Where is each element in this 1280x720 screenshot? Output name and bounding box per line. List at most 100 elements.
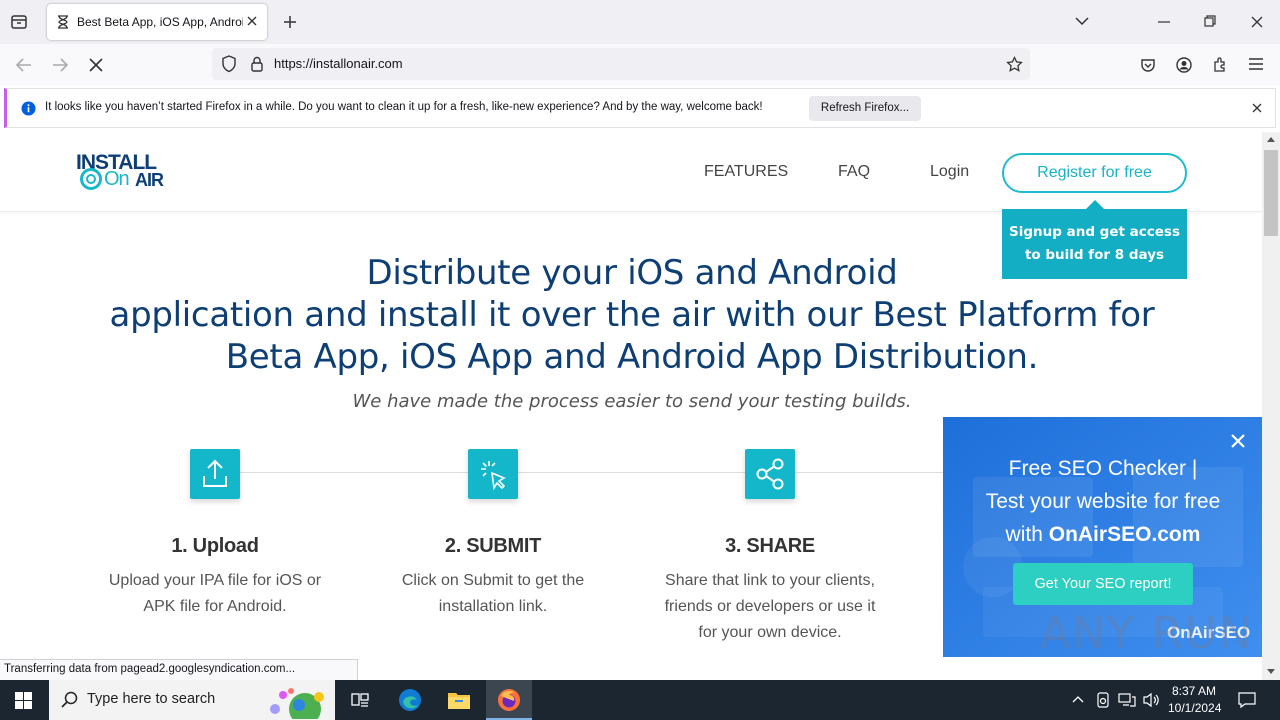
nav-faq[interactable]: FAQ [838, 163, 870, 181]
notifications-icon[interactable] [1238, 691, 1256, 709]
tab-list-icon[interactable] [10, 13, 28, 31]
forward-icon[interactable] [51, 57, 69, 73]
show-hidden-icons-icon[interactable] [1072, 695, 1084, 703]
lock-icon[interactable] [250, 56, 264, 72]
step-connector [518, 472, 745, 473]
notification-text: It looks like you haven’t started Firefo… [45, 101, 763, 113]
step-desc-line: APK file for Android. [143, 598, 287, 615]
clock-time: 8:37 AM [1171, 684, 1217, 698]
new-tab-icon[interactable] [282, 14, 298, 30]
step-description: Upload your IPA file for iOS or APK file… [85, 568, 345, 620]
taskbar-clock[interactable]: 8:37 AM 10/1/2024 [1168, 683, 1222, 717]
clock-date: 10/1/2024 [1168, 701, 1222, 715]
scroll-down-icon[interactable] [1267, 669, 1275, 675]
refresh-firefox-button[interactable]: Refresh Firefox... [809, 96, 921, 121]
step-title: 3. SHARE [725, 535, 815, 557]
ad-headline: Free SEO Checker | Test your website for… [943, 452, 1262, 551]
step-description: Click on Submit to get the installation … [363, 568, 623, 620]
firefox-taskbar-button[interactable] [486, 680, 532, 720]
taskbar-search-box[interactable]: Type here to search [49, 680, 335, 720]
windows-start-icon[interactable] [15, 692, 32, 709]
page-scrollbar[interactable] [1262, 132, 1280, 680]
nav-features[interactable]: FEATURES [704, 163, 788, 181]
ad-line-3-brand: OnAirSEO.com [1048, 523, 1201, 546]
upload-icon [203, 459, 227, 487]
hourglass-icon [57, 15, 69, 29]
step-connector [795, 472, 945, 473]
ad-line-3-prefix: with [1005, 523, 1049, 546]
logo-text-air: AIR [135, 170, 164, 190]
ad-line-1: Free SEO Checker | [1008, 457, 1198, 480]
ad-line-3: with OnAirSEO.com [943, 518, 1262, 551]
shield-icon[interactable] [221, 55, 237, 73]
network-icon[interactable] [1118, 693, 1136, 707]
logo-disc-inner-icon [86, 174, 96, 184]
hero-subtitle: We have made the process easier to send … [352, 391, 912, 412]
step-title: 1. Upload [171, 535, 259, 557]
hero-title: Distribute your iOS and Android applicat… [60, 252, 1204, 378]
tooltip-line-1: Signup and get access [1009, 224, 1180, 240]
step-desc-line: installation link. [438, 598, 548, 615]
edge-icon[interactable] [398, 688, 422, 712]
step-description: Share that link to your clients, friends… [640, 568, 900, 646]
navigation-bar: https://installonair.com [0, 44, 1280, 86]
web-page: INSTALL On AIR FEATURES FAQ Login Regist… [0, 132, 1262, 680]
step-desc-line: Click on Submit to get the [401, 572, 585, 589]
hero-line-1: Distribute your iOS and Android [366, 253, 898, 293]
bookmark-star-icon[interactable] [1006, 56, 1023, 73]
restore-icon[interactable] [1204, 15, 1216, 27]
search-placeholder: Type here to search [87, 691, 216, 707]
share-icon [756, 458, 784, 490]
device-icon[interactable] [1096, 692, 1110, 708]
close-ad-icon[interactable] [1228, 431, 1248, 451]
firefox-icon [497, 688, 521, 712]
menu-icon[interactable] [1249, 58, 1263, 70]
search-highlight-icon [261, 683, 333, 719]
submit-step-icon [468, 449, 518, 499]
pocket-icon[interactable] [1140, 57, 1156, 73]
scroll-up-icon[interactable] [1267, 136, 1275, 142]
upload-step-icon [190, 449, 240, 499]
file-explorer-icon[interactable] [447, 689, 471, 711]
step-desc-line: Upload your IPA file for iOS or [108, 572, 322, 589]
scroll-thumb[interactable] [1264, 150, 1278, 236]
anyrun-watermark: ANY RUN [1040, 608, 1254, 659]
url-text[interactable]: https://installonair.com [274, 56, 403, 71]
extensions-icon[interactable] [1212, 56, 1229, 73]
firefox-notification-bar: It looks like you haven’t started Firefo… [4, 88, 1276, 128]
register-button[interactable]: Register for free [1002, 153, 1187, 193]
volume-icon[interactable] [1142, 692, 1160, 708]
click-cursor-icon [481, 461, 506, 491]
step-desc-line: for your own device. [698, 624, 842, 641]
minimize-icon[interactable] [1158, 21, 1170, 23]
task-view-icon[interactable] [351, 692, 369, 708]
tab-title: Best Beta App, iOS App, Android [77, 15, 243, 29]
close-notification-icon[interactable] [1252, 103, 1262, 113]
tab-bar: Best Beta App, iOS App, Android [0, 0, 1280, 44]
back-icon[interactable] [15, 57, 33, 73]
step-connector [240, 472, 468, 473]
account-icon[interactable] [1176, 57, 1192, 73]
url-bar[interactable]: https://installonair.com [212, 48, 1030, 80]
search-icon [61, 691, 79, 709]
site-header: INSTALL On AIR FEATURES FAQ Login Regist… [0, 132, 1262, 212]
info-icon [21, 101, 36, 116]
get-seo-report-button[interactable]: Get Your SEO report! [1013, 563, 1193, 605]
installonair-logo[interactable]: INSTALL On AIR [76, 151, 176, 195]
step-desc-line: friends or developers or use it [664, 598, 876, 615]
step-title: 2. SUBMIT [444, 535, 542, 557]
chevron-down-icon[interactable] [1074, 15, 1090, 27]
hero-line-2: application and install it over the air … [109, 295, 1155, 335]
status-bar: Transferring data from pagead2.googlesyn… [0, 659, 358, 680]
close-tab-icon[interactable] [246, 15, 258, 27]
nav-login[interactable]: Login [930, 163, 969, 181]
share-step-icon [745, 449, 795, 499]
tooltip-arrow [1086, 200, 1104, 209]
close-window-icon[interactable] [1251, 16, 1263, 28]
windows-taskbar: Type here to search 8:37 AM 10/1/2024 [0, 680, 1280, 720]
logo-text-on: On [104, 168, 130, 190]
browser-tab[interactable]: Best Beta App, iOS App, Android [47, 4, 267, 40]
step-desc-line: Share that link to your clients, [665, 572, 875, 589]
stop-loading-icon[interactable] [88, 57, 104, 73]
hero-line-3: Beta App, iOS App and Android App Distri… [225, 337, 1039, 377]
